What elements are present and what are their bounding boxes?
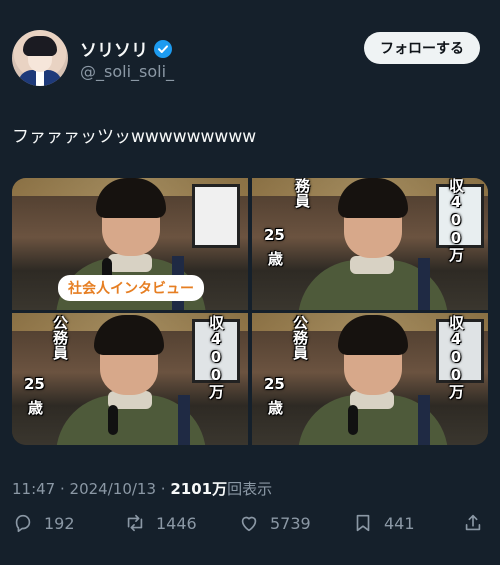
tweet-time[interactable]: 11:47 (12, 480, 55, 498)
meta-separator: · (156, 480, 171, 498)
microphone (348, 405, 358, 435)
media-image-1[interactable]: 社会人インタビュー (12, 178, 248, 310)
media-grid[interactable]: 社会人インタビュー 務員 25 歳 収400万 公務員 25 歳 収400万 公… (12, 178, 488, 445)
caption-badge: 社会人インタビュー (58, 275, 204, 301)
like-count: 5739 (270, 513, 311, 533)
caption-income: 収400万 (447, 178, 465, 262)
avatar[interactable] (12, 30, 68, 86)
share-icon (465, 514, 481, 531)
retweet-count: 1446 (156, 513, 197, 533)
caption-age-unit: 歳 (268, 250, 284, 268)
tweet-date[interactable]: 2024/10/13 (70, 480, 156, 498)
follow-button[interactable]: フォローする (364, 32, 480, 64)
views-count: 2101万 (170, 480, 228, 498)
reply-button[interactable]: 192 (12, 512, 75, 534)
media-image-3[interactable]: 公務員 25 歳 収400万 (12, 313, 248, 445)
tweet-text: ファァァッツッwwwwwwwww (12, 127, 257, 147)
tweet-meta: 11:47 · 2024/10/13 · 2101万回表示 (12, 478, 272, 499)
user-handle[interactable]: @_soli_soli_ (80, 62, 174, 81)
person-collar (108, 254, 152, 272)
retweet-icon (127, 514, 143, 532)
caption-age-number: 25 (24, 375, 45, 393)
bag-strap (418, 258, 430, 310)
media-image-2[interactable]: 務員 25 歳 収400万 (252, 178, 488, 310)
caption-age-number: 25 (264, 226, 285, 244)
avatar-hair (23, 36, 57, 56)
caption-occupation: 公務員 (51, 315, 69, 360)
station-sign (192, 184, 240, 248)
share-button[interactable] (462, 512, 484, 534)
bag-strap (418, 395, 430, 445)
verified-badge-icon (154, 39, 172, 58)
microphone (108, 405, 118, 435)
meta-separator: · (55, 480, 70, 498)
media-image-4[interactable]: 公務員 25 歳 収400万 (252, 313, 488, 445)
reply-icon (15, 514, 31, 533)
reply-count: 192 (44, 513, 75, 533)
bookmark-count: 441 (384, 513, 415, 533)
bookmark-button[interactable]: 441 (352, 512, 415, 534)
caption-occupation: 務員 (293, 178, 311, 208)
retweet-button[interactable]: 1446 (124, 512, 197, 534)
name-row: ソリソリ (80, 36, 172, 61)
caption-occupation: 公務員 (291, 315, 309, 360)
avatar-shirt (36, 70, 44, 86)
like-icon (241, 516, 257, 532)
like-button[interactable]: 5739 (238, 512, 311, 534)
display-name[interactable]: ソリソリ (80, 36, 148, 61)
views-label: 回表示 (227, 480, 273, 498)
caption-age-number: 25 (264, 375, 285, 393)
tweet-header: ソリソリ @_soli_soli_ フォローする (12, 30, 480, 90)
bookmark-icon (356, 514, 370, 532)
person-collar (350, 256, 394, 274)
action-bar: 192 1446 5739 441 (12, 512, 488, 548)
caption-income: 収400万 (207, 315, 225, 399)
caption-age-unit: 歳 (268, 399, 284, 417)
caption-age-unit: 歳 (28, 399, 44, 417)
caption-income: 収400万 (447, 315, 465, 399)
bag-strap (178, 395, 190, 445)
